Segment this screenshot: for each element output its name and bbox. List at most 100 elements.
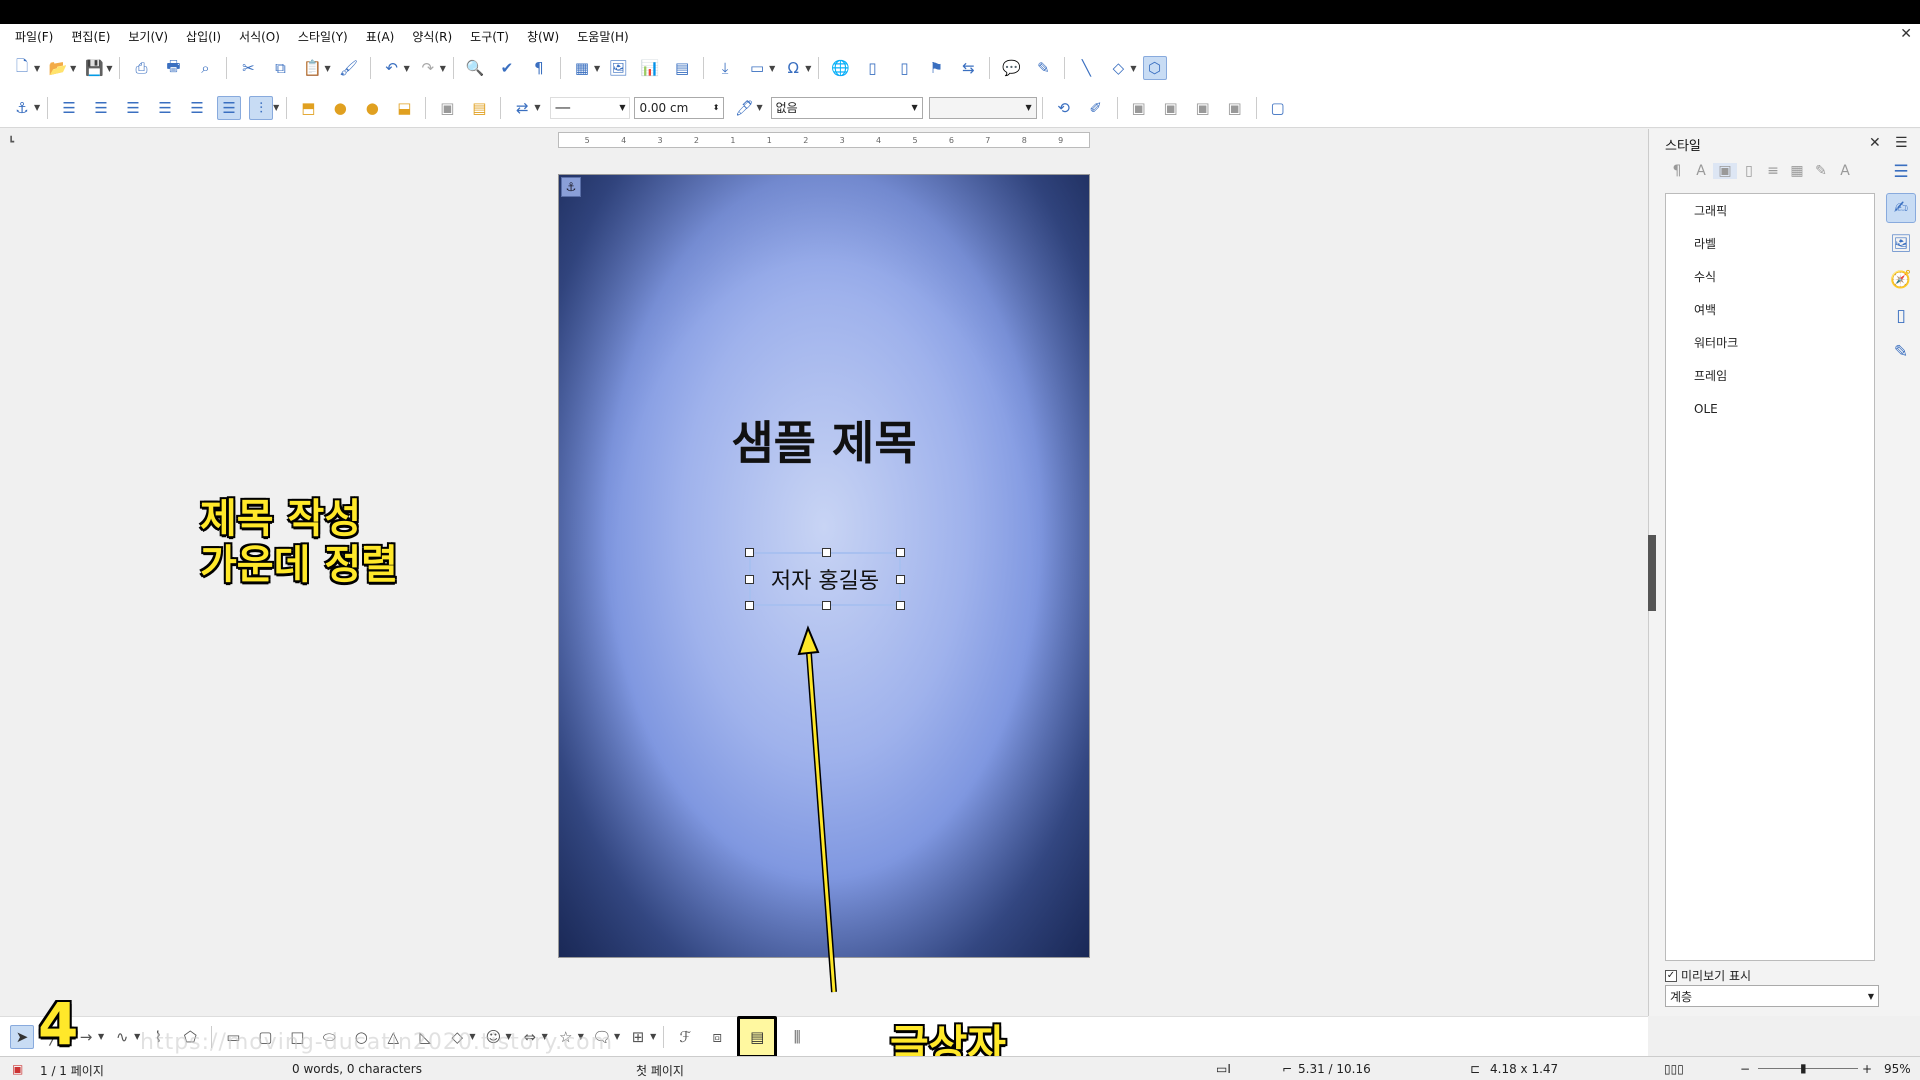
export-pdf-icon[interactable]: ⎙ — [129, 56, 153, 80]
cut-icon[interactable]: ✂ — [236, 56, 260, 80]
menu-item[interactable]: 서식(O) — [230, 28, 289, 45]
selection-mode-icon[interactable]: ▭I — [1216, 1062, 1231, 1076]
menu-item[interactable]: 도구(T) — [461, 28, 518, 45]
track-changes-icon[interactable]: ✎ — [1031, 56, 1055, 80]
new-style-icon[interactable]: A — [1833, 163, 1857, 179]
toggle-extrusion-icon[interactable]: ⧈ — [705, 1025, 729, 1049]
insert-chart-icon[interactable]: 📊 — [638, 56, 662, 80]
print-icon[interactable]: 🖶 — [161, 56, 185, 80]
line-color-icon[interactable]: 🖊 — [732, 96, 756, 120]
character-styles-icon[interactable]: A — [1689, 163, 1713, 179]
zoom-slider-thumb[interactable]: ▮ — [1800, 1061, 1807, 1075]
frame-properties-icon[interactable]: ▢ — [1266, 96, 1290, 120]
to-foreground-icon[interactable]: ▣ — [435, 96, 459, 120]
document-title[interactable]: 샘플 제목 — [559, 407, 1089, 473]
paragraph-styles-icon[interactable]: ¶ — [1665, 163, 1689, 179]
chevron-down-icon[interactable]: ▼ — [106, 64, 112, 73]
forward-one-icon[interactable]: ● — [328, 96, 352, 120]
style-list-item[interactable]: 프레임 — [1666, 359, 1874, 392]
menu-item[interactable]: 표(A) — [357, 28, 404, 45]
style-list-item[interactable]: 여백 — [1666, 293, 1874, 326]
styles-icon[interactable]: ✍ — [1886, 193, 1916, 223]
chevron-down-icon[interactable]: ▼ — [404, 64, 410, 73]
footnote-icon[interactable]: ▯ — [860, 56, 884, 80]
menu-item[interactable]: 양식(R) — [403, 28, 461, 45]
insert-textbox-icon[interactable]: ▤ — [737, 1015, 778, 1058]
page-icon[interactable]: ▯ — [1886, 301, 1916, 331]
table-styles-icon[interactable]: ▦ — [1785, 163, 1809, 179]
style-list-item[interactable]: 그래픽 — [1666, 194, 1874, 227]
basic-shapes-icon[interactable]: ◇ — [1106, 56, 1130, 80]
chevron-down-icon[interactable]: ▼ — [756, 103, 762, 112]
endnote-icon[interactable]: ▯ — [892, 56, 916, 80]
bookmark-icon[interactable]: ⚑ — [924, 56, 948, 80]
list-styles-icon[interactable]: ≡ — [1761, 163, 1785, 179]
paste-icon[interactable]: 📋 — [300, 56, 324, 80]
hyperlink-icon[interactable]: 🌐 — [828, 56, 852, 80]
anchor-icon[interactable]: ⚓ — [561, 177, 581, 197]
gallery-icon[interactable]: 🖼 — [1886, 229, 1916, 259]
chevron-down-icon[interactable]: ▼ — [769, 64, 775, 73]
undo-icon[interactable]: ↶ — [380, 56, 404, 80]
author-textbox[interactable]: 저자 홍길동 — [745, 548, 905, 610]
cross-reference-icon[interactable]: ⇆ — [956, 56, 980, 80]
style-list-item[interactable]: OLE — [1666, 392, 1874, 425]
rotate-icon[interactable]: ⟲ — [1052, 96, 1076, 120]
print-preview-icon[interactable]: ⌕ — [193, 56, 217, 80]
insert-image-icon[interactable]: 🖼 — [606, 56, 630, 80]
insert-vertical-text-icon[interactable]: ⫼ — [785, 1025, 809, 1049]
style-list-item[interactable]: 워터마크 — [1666, 326, 1874, 359]
draw-functions-icon[interactable]: ⬡ — [1142, 56, 1167, 80]
curve-icon[interactable]: ∿ — [110, 1025, 134, 1049]
menu-item[interactable]: 편집(E) — [62, 28, 119, 45]
zoom-slider[interactable] — [1758, 1068, 1858, 1069]
zoom-out-icon[interactable]: − — [1740, 1062, 1750, 1076]
resize-handle[interactable] — [822, 601, 831, 610]
chevron-down-icon[interactable]: ▼ — [34, 64, 40, 73]
chevron-down-icon[interactable]: ▼ — [34, 103, 40, 112]
word-count[interactable]: 0 words, 0 characters — [292, 1062, 422, 1076]
resize-handle[interactable] — [745, 601, 754, 610]
resize-handle[interactable] — [896, 575, 905, 584]
menu-item[interactable]: 도움말(H) — [568, 28, 638, 45]
formatting-marks-icon[interactable]: ¶ — [527, 56, 551, 80]
area-style-select[interactable]: 없음 ▼ — [770, 96, 923, 119]
style-filter-select[interactable]: 계층 ▼ — [1665, 985, 1879, 1007]
resize-handle[interactable] — [896, 601, 905, 610]
insert-table-icon[interactable]: ▦ — [570, 56, 594, 80]
find-replace-icon[interactable]: 🔍 — [463, 56, 487, 80]
menu-item[interactable]: 보기(V) — [119, 28, 177, 45]
style-list-item[interactable]: 수식 — [1666, 260, 1874, 293]
copy-icon[interactable]: ⧉ — [268, 56, 292, 80]
line-style-select[interactable]: ── ▼ — [550, 96, 631, 119]
chevron-down-icon[interactable]: ▼ — [534, 103, 540, 112]
enter-group-icon[interactable]: ▣ — [1159, 96, 1183, 120]
spelling-icon[interactable]: ✔ — [495, 56, 519, 80]
chevron-down-icon[interactable]: ▼ — [614, 1032, 620, 1041]
chevron-down-icon[interactable]: ▼ — [440, 64, 446, 73]
new-document-icon[interactable]: 🗋 — [10, 56, 34, 80]
chevron-down-icon[interactable]: ▼ — [1130, 64, 1136, 73]
select-pointer-icon[interactable]: ➤ — [10, 1024, 34, 1049]
anchor-icon[interactable]: ⚓ — [10, 96, 34, 120]
wrap-through-icon[interactable]: ☰ — [217, 95, 242, 120]
sidebar-collapse-handle[interactable] — [1648, 535, 1656, 611]
wrap-right-icon[interactable]: ☰ — [185, 96, 209, 120]
style-inspector-icon[interactable]: ✎ — [1886, 337, 1916, 367]
chevron-down-icon[interactable]: ▼ — [324, 64, 330, 73]
navigator-icon[interactable]: 🧭 — [1886, 265, 1916, 295]
menu-item[interactable]: 파일(F) — [6, 28, 62, 45]
wrap-page-icon[interactable]: ☰ — [89, 96, 113, 120]
to-background-icon[interactable]: ▤ — [467, 96, 491, 120]
open-folder-icon[interactable]: 📂 — [46, 56, 70, 80]
frame-styles-icon[interactable]: ▣ — [1713, 163, 1737, 179]
wrap-left-icon[interactable]: ☰ — [153, 96, 177, 120]
menu-item[interactable]: 삽입(I) — [177, 28, 230, 45]
style-list-item[interactable]: 라벨 — [1666, 227, 1874, 260]
flowchart-icon[interactable]: ⊞ — [626, 1025, 650, 1049]
chevron-down-icon[interactable]: ▼ — [70, 64, 76, 73]
line-width-field[interactable]: 0.00 cm ⬍ — [634, 96, 725, 119]
exit-group-icon[interactable]: ▣ — [1191, 96, 1215, 120]
menu-item[interactable]: 창(W) — [518, 28, 568, 45]
page-break-icon[interactable]: ⤓ — [713, 56, 737, 80]
